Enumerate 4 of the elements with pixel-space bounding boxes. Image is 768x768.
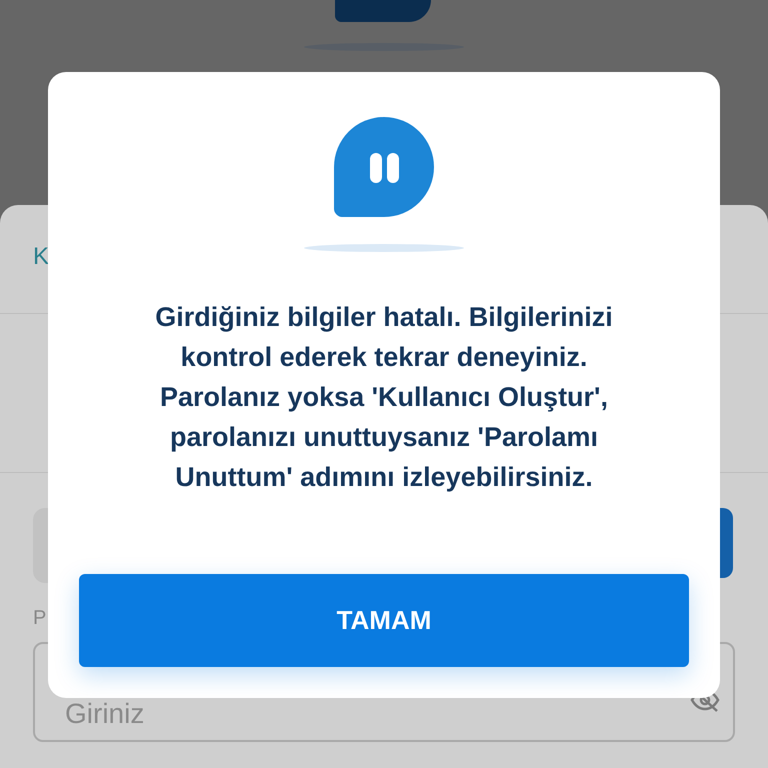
error-message: Girdiğiniz bilgiler hatalı. Bilgilerinizi kontrol ederek tekrar deneyiniz. Parolanız yoksa 'Kullanıcı Oluştur', parolanızı unuttuysanız 'Parolamı Unuttum' adımını izleyebilirsiniz. bbox=[154, 301, 614, 494]
tab-label[interactable]: K bbox=[33, 243, 50, 270]
field-label: P bbox=[33, 607, 46, 630]
ok-button[interactable]: TAMAM bbox=[79, 574, 689, 667]
